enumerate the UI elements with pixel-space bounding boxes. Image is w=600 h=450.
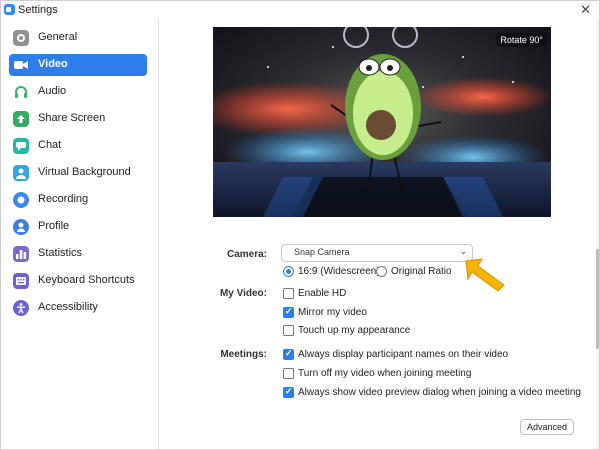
- camera-select[interactable]: Snap Camera ⌄: [281, 244, 473, 262]
- highlight-arrow-icon: [465, 258, 505, 292]
- sidebar-item-label: Chat: [38, 139, 62, 151]
- sidebar-item-video[interactable]: Video: [9, 54, 147, 76]
- title-bar: Settings ✕: [1, 1, 599, 19]
- sidebar-item-label: General: [38, 31, 78, 43]
- profile-icon: [13, 219, 29, 235]
- sidebar-item-general[interactable]: General: [9, 27, 147, 49]
- video-preview-image: [213, 27, 551, 217]
- video-settings-panel: Rotate 90° Camera: Snap Camera ⌄ 16:9 (W…: [159, 19, 599, 449]
- camera-select-value: Snap Camera: [294, 247, 350, 257]
- meetings-label: Meetings:: [220, 349, 267, 360]
- turn-off-video-label: Turn off my video when joining meeting: [298, 368, 472, 379]
- aspect-16-9-label: 16:9 (Widescreen): [298, 266, 380, 277]
- sidebar-item-share-screen[interactable]: Share Screen: [9, 108, 147, 130]
- aspect-16-9-radio[interactable]: [283, 266, 294, 277]
- touch-up-label: Touch up my appearance: [298, 325, 411, 336]
- show-preview-checkbox[interactable]: [283, 386, 294, 398]
- sidebar-item-label: Audio: [38, 85, 67, 97]
- settings-window: Settings ✕ General Video Audio Share Scr…: [0, 0, 600, 450]
- camera-label: Camera:: [226, 249, 267, 260]
- aspect-original-label: Original Ratio: [391, 266, 452, 277]
- zoom-app-icon: [4, 4, 15, 15]
- enable-hd-checkbox[interactable]: [283, 288, 294, 299]
- video-preview: Rotate 90°: [213, 27, 551, 217]
- turn-off-video-checkbox[interactable]: [283, 368, 294, 379]
- sidebar-item-statistics[interactable]: Statistics: [9, 243, 147, 265]
- sidebar-item-label: Statistics: [38, 247, 83, 259]
- mirror-video-label: Mirror my video: [298, 307, 367, 318]
- close-button[interactable]: ✕: [580, 2, 591, 18]
- keyboard-icon: [13, 273, 29, 289]
- aspect-original-radio[interactable]: [376, 266, 387, 277]
- rotate-90-button[interactable]: Rotate 90°: [496, 33, 547, 47]
- window-title: Settings: [18, 4, 58, 16]
- show-preview-label: Always show video preview dialog when jo…: [298, 387, 581, 398]
- advanced-button[interactable]: Advanced: [520, 419, 574, 435]
- sidebar-item-label: Virtual Background: [38, 166, 131, 178]
- sidebar-item-recording[interactable]: Recording: [9, 189, 147, 211]
- share-screen-icon: [13, 111, 29, 127]
- sidebar-item-label: Video: [38, 58, 68, 70]
- display-names-label: Always display participant names on thei…: [298, 349, 509, 360]
- sidebar-item-label: Recording: [38, 193, 89, 205]
- mirror-video-checkbox[interactable]: [283, 306, 294, 318]
- sidebar-item-accessibility[interactable]: Accessibility: [9, 297, 147, 319]
- headphones-icon: [15, 86, 27, 98]
- sidebar-item-audio[interactable]: Audio: [9, 81, 147, 103]
- sidebar-item-chat[interactable]: Chat: [9, 135, 147, 157]
- sidebar-item-keyboard-shortcuts[interactable]: Keyboard Shortcuts: [9, 270, 147, 292]
- chat-icon: [13, 138, 29, 154]
- accessibility-icon: [13, 300, 29, 316]
- virtual-background-icon: [13, 165, 29, 181]
- scrollbar-thumb[interactable]: [596, 249, 599, 349]
- statistics-icon: [13, 246, 29, 262]
- sidebar-item-label: Accessibility: [38, 301, 98, 313]
- recording-icon: [13, 192, 29, 208]
- sidebar-item-label: Share Screen: [38, 112, 106, 124]
- sidebar-item-profile[interactable]: Profile: [9, 216, 147, 238]
- chevron-down-icon: ⌄: [459, 246, 467, 256]
- enable-hd-label: Enable HD: [298, 288, 347, 299]
- vertical-scrollbar[interactable]: [596, 19, 599, 449]
- touch-up-checkbox[interactable]: [283, 325, 294, 336]
- sidebar-item-virtual-background[interactable]: Virtual Background: [9, 162, 147, 184]
- video-camera-icon: [14, 61, 28, 69]
- sidebar-item-label: Profile: [38, 220, 70, 232]
- my-video-label: My Video:: [219, 288, 267, 299]
- settings-sidebar: General Video Audio Share Screen Chat Vi…: [1, 19, 159, 449]
- sidebar-item-label: Keyboard Shortcuts: [38, 274, 135, 286]
- gear-icon: [13, 30, 29, 46]
- display-names-checkbox[interactable]: [283, 348, 294, 360]
